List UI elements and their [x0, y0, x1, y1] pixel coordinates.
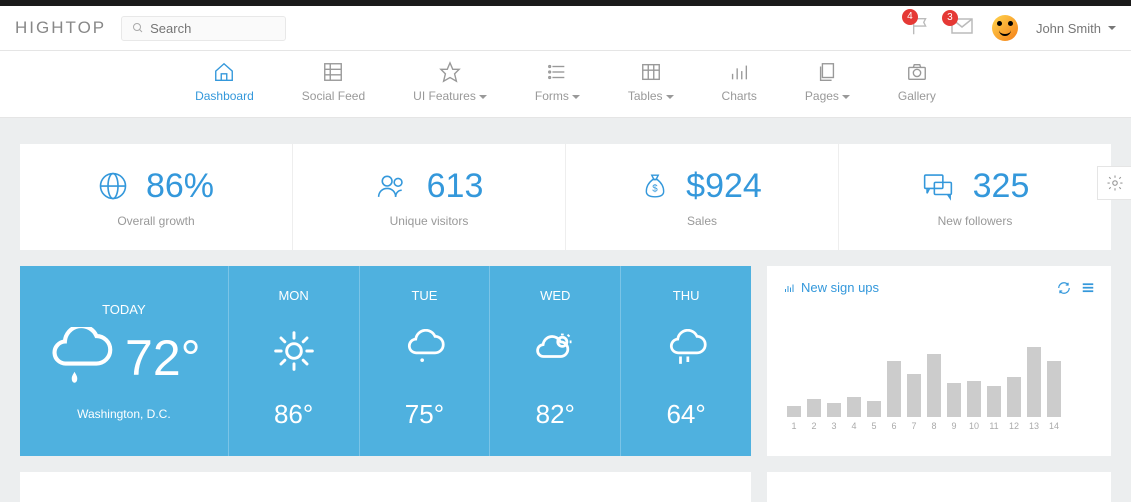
nav-dashboard[interactable]: Dashboard: [195, 61, 254, 103]
weather-day-wed: WED 82°: [490, 266, 621, 456]
stat-unique-visitors: 613 Unique visitors: [293, 144, 566, 250]
nav-social-feed[interactable]: Social Feed: [302, 61, 365, 103]
cloud-sun-icon: [533, 329, 577, 373]
globe-icon: [98, 171, 128, 201]
avatar[interactable]: [992, 15, 1018, 41]
weather-today: TODAY 72° Washington, D.C.: [20, 266, 229, 456]
nav-charts[interactable]: Charts: [722, 61, 757, 103]
chevron-down-icon: [1108, 26, 1116, 30]
svg-text:$: $: [652, 183, 658, 194]
username-label: John Smith: [1036, 21, 1101, 36]
search-icon: [132, 22, 144, 34]
star-icon: [439, 61, 461, 83]
weather-widget: TODAY 72° Washington, D.C. MON 86° TUE 7…: [20, 266, 751, 456]
list-view-icon[interactable]: [1081, 281, 1095, 295]
signups-title: New sign ups: [801, 280, 879, 295]
stat-overall-growth: 86% Overall growth: [20, 144, 293, 250]
nav-tables[interactable]: Tables: [628, 61, 674, 103]
stat-sales: $ $924 Sales: [566, 144, 839, 250]
chevron-down-icon: [479, 95, 487, 99]
nav-ui-features[interactable]: UI Features: [413, 61, 487, 103]
search-box[interactable]: [121, 16, 286, 41]
mail-badge: 3: [942, 10, 958, 26]
list-icon: [546, 61, 568, 83]
camera-icon: [906, 61, 928, 83]
cloud-rain-heavy-icon: [664, 329, 708, 373]
weather-day-mon: MON 86°: [229, 266, 360, 456]
search-input[interactable]: [150, 21, 275, 36]
nav-forms[interactable]: Forms: [535, 61, 580, 103]
notifications-mail[interactable]: 3: [950, 16, 974, 41]
money-bag-icon: $: [642, 171, 668, 201]
sun-icon: [272, 329, 316, 373]
flag-badge: 4: [902, 9, 918, 25]
feed-icon: [322, 61, 344, 83]
gear-icon: [1106, 174, 1124, 192]
stats-row: 86% Overall growth 613 Unique visitors $…: [20, 144, 1111, 250]
chevron-down-icon: [666, 95, 674, 99]
nav-pages[interactable]: Pages: [805, 61, 850, 103]
settings-toggle[interactable]: [1097, 166, 1131, 200]
bars-small-icon: [783, 282, 795, 294]
header: HIGHTOP 4 3 John Smith: [0, 6, 1131, 51]
user-menu[interactable]: John Smith: [1036, 21, 1116, 36]
panel-stub-right: [767, 472, 1111, 502]
chat-icon: [921, 171, 955, 201]
bars-icon: [728, 61, 750, 83]
refresh-icon[interactable]: [1057, 281, 1071, 295]
weather-day-tue: TUE 75°: [360, 266, 491, 456]
main-nav: Dashboard Social Feed UI Features Forms …: [0, 51, 1131, 118]
cloud-drizzle-icon: [402, 329, 446, 373]
home-icon: [213, 61, 235, 83]
stat-new-followers: 325 New followers: [839, 144, 1111, 250]
nav-gallery[interactable]: Gallery: [898, 61, 936, 103]
signups-panel: New sign ups 1234567891011121314: [767, 266, 1111, 456]
users-icon: [375, 171, 409, 201]
panel-stub-left: [20, 472, 751, 502]
weather-day-thu: THU 64°: [621, 266, 751, 456]
cloud-rain-icon: [47, 327, 113, 389]
copy-icon: [816, 61, 838, 83]
chevron-down-icon: [572, 95, 580, 99]
signups-chart: 1234567891011121314: [783, 323, 1095, 431]
brand-logo[interactable]: HIGHTOP: [15, 18, 106, 38]
table-icon: [640, 61, 662, 83]
chevron-down-icon: [842, 95, 850, 99]
notifications-flag[interactable]: 4: [910, 15, 932, 42]
